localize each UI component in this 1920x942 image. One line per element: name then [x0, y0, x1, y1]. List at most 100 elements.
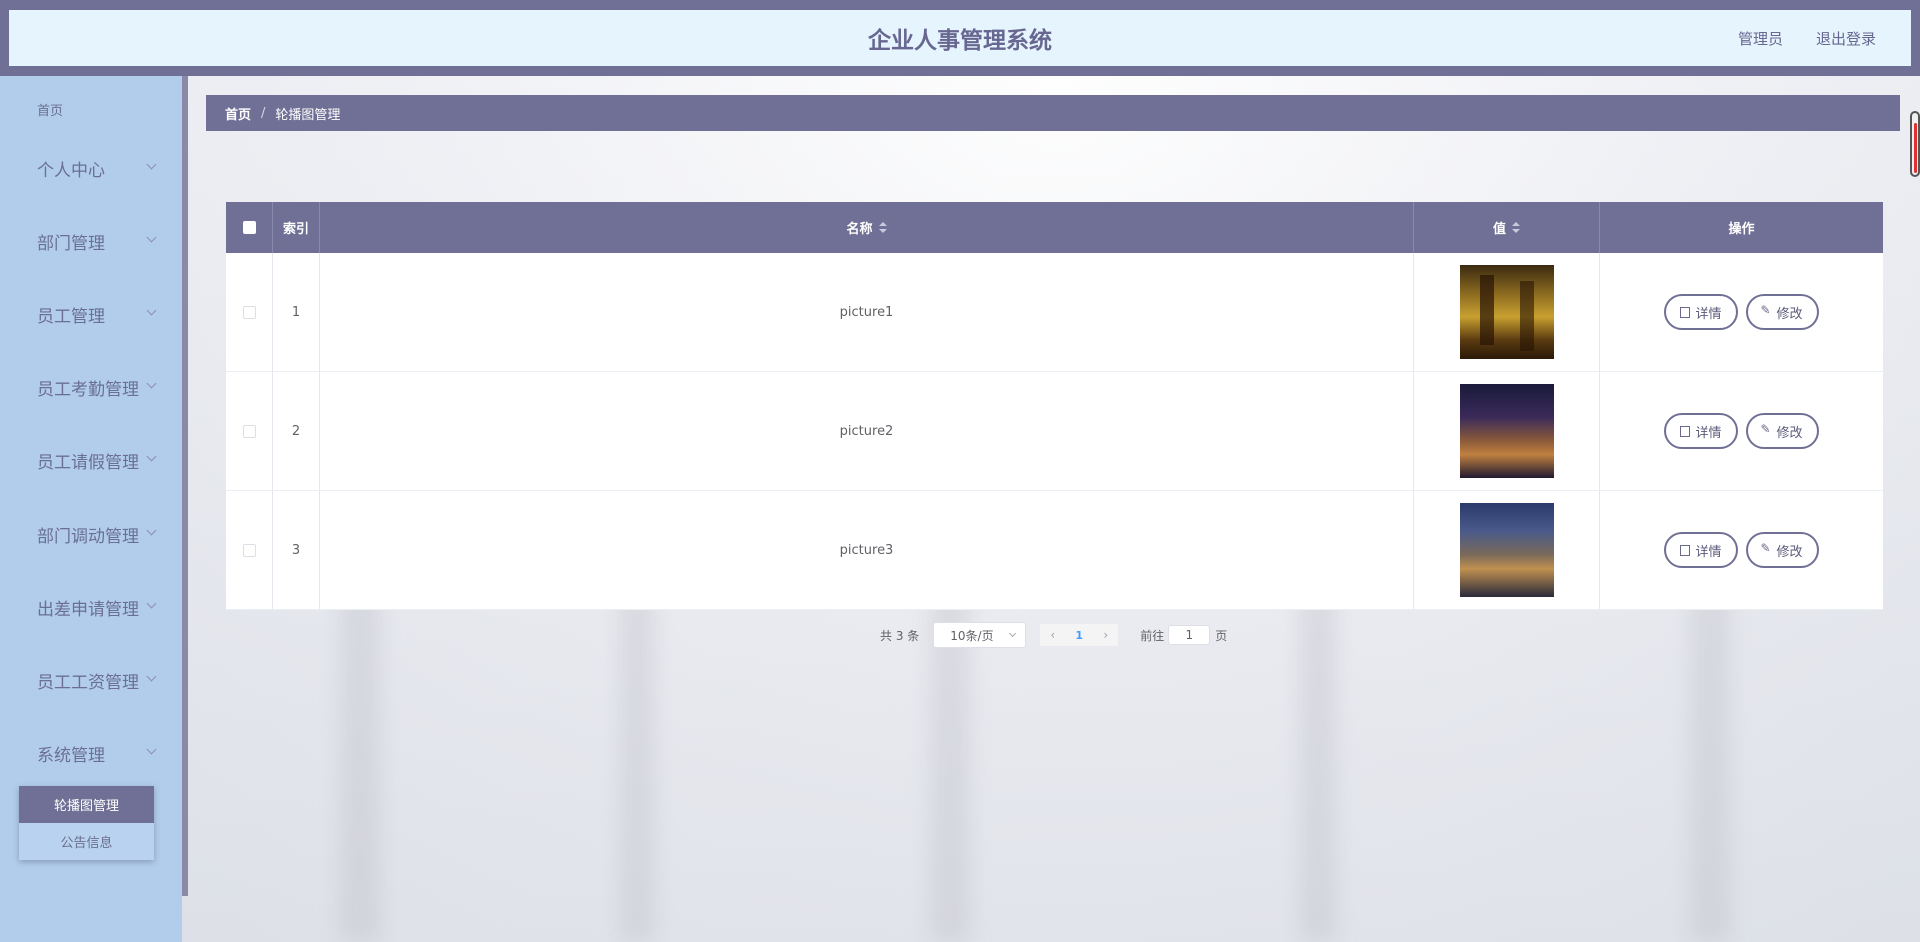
header-index: 索引	[273, 202, 320, 253]
page-scrollbar[interactable]	[1910, 111, 1920, 177]
background-pillar	[930, 560, 970, 942]
sidebar-item-employee[interactable]: 员工管理	[0, 289, 182, 339]
page-size-select[interactable]: 10条/页	[933, 622, 1027, 648]
edit-button-label: 修改	[1776, 306, 1803, 322]
sidebar-item-label: 部门管理	[37, 233, 105, 254]
row-select-cell	[226, 253, 273, 371]
header-name-label: 名称	[846, 222, 873, 237]
logout-button[interactable]: 退出登录	[1816, 28, 1876, 49]
chevron-down-icon	[146, 159, 157, 170]
sidebar-item-label: 员工管理	[37, 306, 105, 327]
row-actions: 详情 修改	[1600, 372, 1883, 490]
sidebar-item-label: 系统管理	[37, 745, 105, 766]
pencil-icon	[1761, 422, 1772, 437]
image-thumbnail[interactable]	[1459, 384, 1554, 478]
sidebar-item-label: 员工工资管理	[37, 672, 139, 693]
row-actions: 详情 修改	[1600, 491, 1883, 609]
row-select-cell	[226, 372, 273, 490]
document-icon	[1680, 306, 1691, 318]
edit-button[interactable]: 修改	[1745, 413, 1819, 449]
breadcrumb-current: 轮播图管理	[275, 107, 341, 123]
table-row: 3 picture3 详情 修改	[226, 491, 1883, 610]
sidebar-item-leave[interactable]: 员工请假管理	[0, 435, 182, 485]
background-pillar	[620, 560, 654, 942]
header-actions: 操作	[1728, 222, 1755, 237]
row-name: picture2	[320, 372, 1414, 490]
sidebar-item-salary[interactable]: 员工工资管理	[0, 655, 182, 705]
row-checkbox[interactable]	[242, 305, 256, 319]
submenu-item-carousel[interactable]: 轮播图管理	[19, 786, 154, 823]
pagination: 共 3 条 10条/页 ‹ 1 › 前往 页	[880, 622, 1227, 648]
background-pillar	[1690, 560, 1730, 942]
goto-label: 前往	[1140, 628, 1165, 643]
detail-button-label: 详情	[1695, 544, 1722, 560]
header-value-label: 值	[1492, 222, 1506, 237]
sidebar-item-system[interactable]: 系统管理	[0, 728, 182, 778]
chevron-down-icon	[146, 305, 157, 316]
pagination-total: 共 3 条	[880, 628, 920, 643]
goto-page-input[interactable]	[1168, 625, 1211, 645]
system-submenu: 轮播图管理 公告信息	[19, 786, 154, 860]
detail-button[interactable]: 详情	[1664, 532, 1738, 568]
detail-button-label: 详情	[1695, 425, 1722, 441]
chevron-down-icon	[146, 378, 157, 389]
row-value	[1414, 491, 1600, 609]
image-thumbnail[interactable]	[1459, 265, 1554, 359]
sidebar-home[interactable]: 首页	[37, 100, 63, 119]
header-name[interactable]: 名称	[320, 202, 1414, 253]
row-checkbox[interactable]	[242, 424, 256, 438]
sidebar-scrollbar[interactable]	[182, 76, 188, 896]
table-row: 2 picture2 详情 修改	[226, 372, 1883, 491]
scrollbar-thumb[interactable]	[1914, 123, 1917, 173]
submenu-item-notice[interactable]: 公告信息	[19, 823, 154, 860]
pencil-icon	[1761, 541, 1772, 556]
breadcrumb-separator: /	[261, 105, 266, 121]
prev-page-icon[interactable]: ‹	[1050, 628, 1055, 642]
row-index: 3	[273, 491, 320, 609]
row-index: 1	[273, 253, 320, 371]
pencil-icon	[1761, 303, 1772, 318]
edit-button[interactable]: 修改	[1745, 532, 1819, 568]
next-page-icon[interactable]: ›	[1103, 628, 1108, 642]
row-value	[1414, 253, 1600, 371]
user-label[interactable]: 管理员	[1738, 28, 1783, 49]
header: 企业人事管理系统 管理员 退出登录	[9, 10, 1911, 66]
edit-button-label: 修改	[1776, 425, 1803, 441]
sidebar-item-attendance[interactable]: 员工考勤管理	[0, 362, 182, 412]
select-all-checkbox[interactable]	[242, 221, 256, 234]
page-number-current[interactable]: 1	[1075, 629, 1083, 642]
chevron-down-icon	[1009, 629, 1017, 638]
chevron-down-icon	[146, 598, 157, 609]
sidebar-item-label: 出差申请管理	[37, 599, 139, 620]
detail-button[interactable]: 详情	[1664, 413, 1738, 449]
sidebar-item-label: 个人中心	[37, 160, 105, 181]
detail-button-label: 详情	[1695, 306, 1722, 322]
sort-icon[interactable]	[878, 221, 887, 234]
edit-button-label: 修改	[1776, 544, 1803, 560]
sidebar-item-department[interactable]: 部门管理	[0, 216, 182, 266]
row-checkbox[interactable]	[242, 543, 256, 557]
pager-nav: ‹ 1 ›	[1040, 624, 1119, 646]
row-select-cell	[226, 491, 273, 609]
sort-icon[interactable]	[1512, 221, 1520, 234]
header-value[interactable]: 值	[1414, 202, 1600, 253]
sidebar-item-label: 员工考勤管理	[37, 379, 139, 400]
sidebar-item-business-trip[interactable]: 出差申请管理	[0, 582, 182, 632]
image-thumbnail[interactable]	[1459, 503, 1554, 597]
detail-button[interactable]: 详情	[1664, 294, 1738, 330]
row-name: picture1	[320, 253, 1414, 371]
row-index: 2	[273, 372, 320, 490]
sidebar-item-label: 部门调动管理	[37, 526, 139, 547]
document-icon	[1680, 544, 1691, 556]
document-icon	[1680, 425, 1691, 437]
sidebar-item-personal-center[interactable]: 个人中心	[0, 143, 182, 193]
sidebar-item-label: 员工请假管理	[37, 452, 139, 473]
table-header: 索引 名称 值 操作	[226, 202, 1883, 253]
top-bar: 企业人事管理系统 管理员 退出登录	[0, 0, 1920, 76]
breadcrumb-home[interactable]: 首页	[225, 104, 251, 123]
row-value	[1414, 372, 1600, 490]
background-pillar	[1300, 560, 1336, 942]
edit-button[interactable]: 修改	[1745, 294, 1819, 330]
sidebar-item-transfer[interactable]: 部门调动管理	[0, 509, 182, 559]
header-select-cell	[226, 202, 273, 253]
